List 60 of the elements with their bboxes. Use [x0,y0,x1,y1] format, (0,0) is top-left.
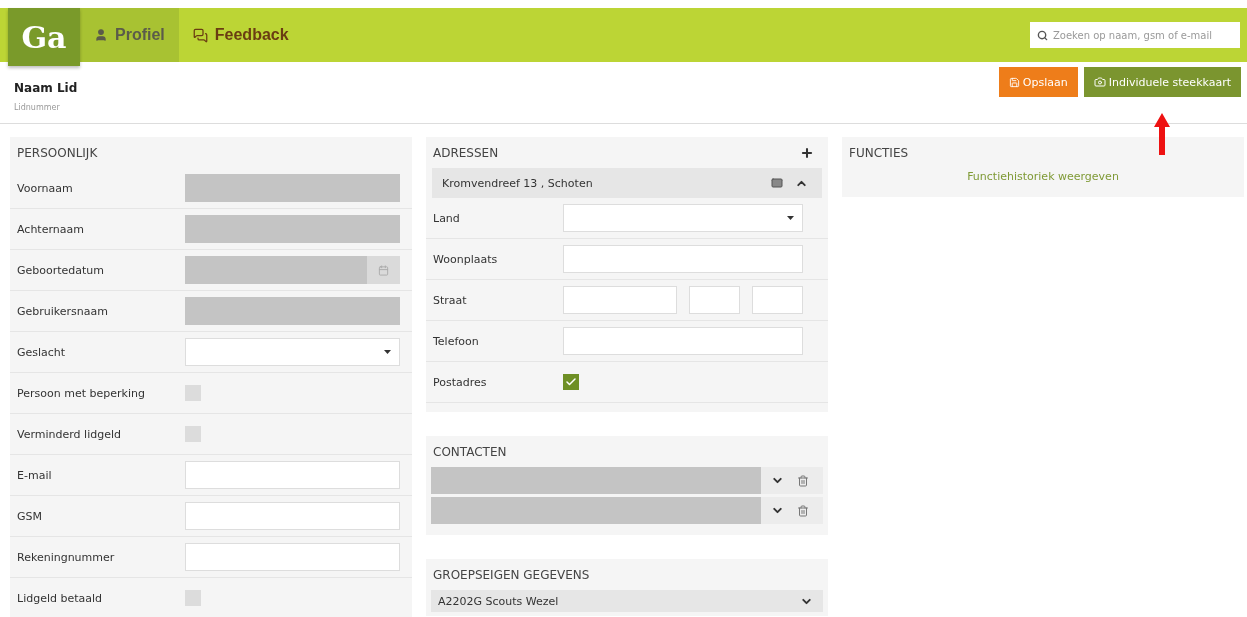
select-field[interactable] [185,338,400,366]
field-label: GSM [17,509,43,523]
field-label: Achternaam [17,222,85,236]
history-link[interactable]: Functiehistoriek weergeven [842,168,1244,193]
input-field[interactable] [689,286,740,314]
input-field[interactable] [752,286,803,314]
field-label: Straat [433,293,468,307]
field-label: Geboortedatum [17,263,106,277]
panel-title: PERSOONLIJK [17,145,98,160]
save-button[interactable]: Opslaan [998,67,1078,97]
nav-tab[interactable]: Feedback [178,8,303,62]
panel-title: GROEPSEIGEN GEGEVENS [433,567,590,582]
field-label: Woonplaats [433,252,499,266]
field-label: Telefoon [433,334,480,348]
member-number-label: Lidnummer [14,103,61,112]
caret-icon [384,350,391,354]
field-label: Rekeningnummer [17,550,116,564]
input-field[interactable] [563,327,803,355]
save-icon [1008,76,1020,88]
field-label: Geslacht [17,345,67,359]
field-label: Lidgeld betaald [17,591,104,605]
add-icon[interactable] [800,145,814,160]
card-button[interactable]: Individuele steekkaart [1083,67,1241,97]
field-label: Postadres [433,375,488,389]
group-header[interactable]: A2202G Scouts Wezel [431,590,823,612]
checkbox[interactable] [185,426,201,442]
input-field[interactable] [185,502,400,530]
input-field[interactable] [563,245,803,273]
checkbox[interactable] [563,374,579,390]
select-field[interactable] [563,204,803,232]
field-label: Voornaam [17,181,74,195]
trash-icon[interactable] [797,504,809,517]
search-icon [1037,29,1048,41]
field-label: Verminderd lidgeld [17,427,122,441]
chat-icon [192,27,208,43]
address-header[interactable]: Kromvendreef 13 , Schoten [432,168,822,198]
panel-title: ADRESSEN [433,145,499,160]
field-label: E-mail [17,468,53,482]
field-label: Land [433,211,461,225]
panel-title: FUNCTIES [849,145,909,160]
checkbox[interactable] [185,385,201,401]
field-label: Persoon met beperking [17,386,146,400]
trash-icon[interactable] [797,474,809,487]
field-label: Gebruikersnaam [17,304,109,318]
panel-title: CONTACTEN [433,444,507,459]
member-name: Naam Lid [14,81,78,95]
date-field[interactable] [185,256,400,284]
mail-icon[interactable] [771,177,783,189]
search-field[interactable]: Zoeken op naam, gsm of e-mail [1030,22,1240,48]
calendar-icon [378,264,389,276]
camera-icon [1093,76,1106,88]
checkbox[interactable] [185,590,201,606]
input-field[interactable] [185,543,400,571]
nav-tab[interactable]: Profiel [80,8,179,62]
user-icon [94,28,108,42]
caret-icon [787,216,794,220]
input-field[interactable] [185,461,400,489]
input-field[interactable] [563,286,677,314]
check-icon [565,376,577,388]
logo[interactable]: Ga [8,8,80,66]
